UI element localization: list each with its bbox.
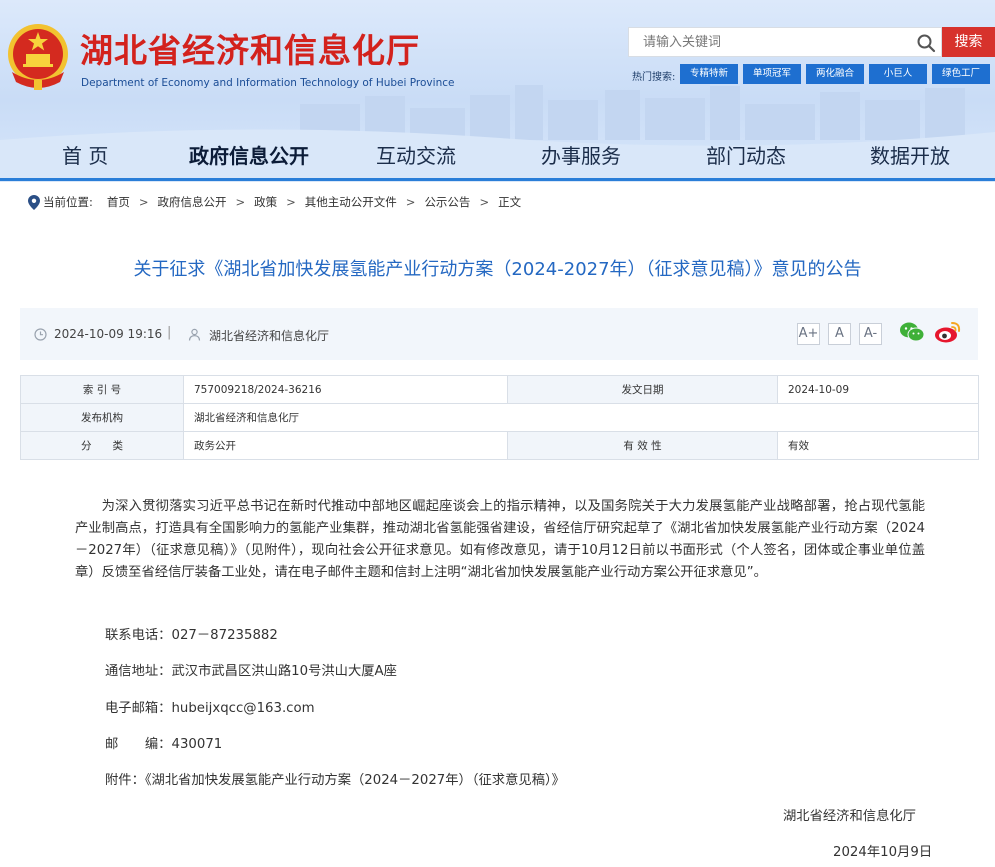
article-source: 湖北省经济和信息化厅 (209, 329, 330, 343)
breadcrumb: 当前位置: 首页 > 政府信息公开 > 政策 > 其他主动公开文件 > 公示公告… (28, 194, 521, 210)
breadcrumb-separator: > (405, 195, 416, 209)
hot-tag[interactable]: 绿色工厂 (932, 64, 990, 84)
breadcrumb-separator: > (286, 195, 296, 209)
info-label: 索 引 号 (20, 375, 184, 404)
breadcrumb-item[interactable]: 政策 (254, 194, 277, 210)
breadcrumb-separator: > (235, 195, 246, 209)
breadcrumb-separator: > (138, 195, 149, 209)
contact-email: 电子邮箱：hubeijxqcc@163.com (105, 701, 315, 716)
breadcrumb-separator: > (479, 195, 490, 209)
wechat-share-icon[interactable] (899, 321, 925, 343)
contact-address: 通信地址：武汉市武昌区洪山路10号洪山大厦A座 (105, 664, 397, 679)
national-emblem-icon (8, 24, 68, 90)
info-label: 发文日期 (507, 375, 778, 404)
font-size-increase-button[interactable]: A+ (797, 323, 820, 345)
user-icon (188, 328, 201, 341)
nav-item-open-data[interactable]: 数据开放 (870, 140, 950, 169)
article-body: 为深入贯彻落实习近平总书记在新时代推动中部地区崛起座谈会上的指示精神，以及国务院… (75, 496, 925, 584)
info-value: 757009218/2024-36216 (183, 375, 508, 404)
site-header: 湖北省经济和信息化厅 Department of Economy and Inf… (0, 0, 995, 182)
breadcrumb-item[interactable]: 首页 (107, 194, 130, 210)
info-value: 政务公开 (183, 431, 508, 460)
nav-item-interaction[interactable]: 互动交流 (376, 140, 456, 169)
table-row: 索 引 号 757009218/2024-36216 发文日期 2024-10-… (20, 375, 979, 404)
nav-item-news[interactable]: 部门动态 (706, 140, 786, 169)
article-meta-bar: 2024-10-09 19:16 | 湖北省经济和信息化厅 A+ A A- (20, 308, 978, 360)
table-row: 分 类 政务公开 有 效 性 有效 (20, 431, 979, 460)
search-box (628, 27, 942, 57)
document-info-table: 索 引 号 757009218/2024-36216 发文日期 2024-10-… (20, 375, 979, 460)
nav-item-services[interactable]: 办事服务 (541, 140, 621, 169)
table-row: 发布机构 湖北省经济和信息化厅 (20, 403, 979, 432)
breadcrumb-item-current: 正文 (498, 195, 522, 209)
hot-tag[interactable]: 小巨人 (869, 64, 927, 84)
signature-date: 2024年10月9日 (833, 845, 933, 860)
font-size-decrease-button[interactable]: A- (859, 323, 882, 345)
site-subtitle: Department of Economy and Information Te… (81, 77, 455, 89)
search-input[interactable] (629, 28, 909, 56)
breadcrumb-item[interactable]: 公示公告 (424, 194, 470, 210)
contact-phone: 联系电话：027－87235882 (105, 628, 278, 643)
info-value: 2024-10-09 (777, 375, 979, 404)
info-label: 分 类 (20, 431, 184, 460)
hot-search-label: 热门搜索: (632, 72, 676, 83)
main-nav: 首 页 政府信息公开 互动交流 办事服务 部门动态 数据开放 (0, 128, 995, 178)
attachment-link[interactable]: 附件：《湖北省加快发展氢能产业行动方案（2024－2027年）（征求意见稿）》 (105, 769, 565, 788)
location-pin-icon (28, 194, 40, 210)
info-value: 湖北省经济和信息化厅 (183, 403, 979, 432)
search-button[interactable]: 搜索 (942, 27, 995, 57)
article-title: 关于征求《湖北省加快发展氢能产业行动方案（2024-2027年）（征求意见稿）》… (133, 259, 862, 280)
hot-tag[interactable]: 单项冠军 (743, 64, 801, 84)
contact-postcode: 邮 编：430071 (105, 737, 223, 752)
hot-tag[interactable]: 两化融合 (806, 64, 864, 84)
info-label: 有 效 性 (507, 431, 778, 460)
breadcrumb-item[interactable]: 其他主动公开文件 (305, 194, 397, 210)
breadcrumb-item[interactable]: 政府信息公开 (158, 194, 227, 210)
info-label: 发布机构 (20, 403, 184, 432)
publish-date: 2024-10-09 19:16 (54, 327, 163, 341)
body-paragraph: 为深入贯彻落实习近平总书记在新时代推动中部地区崛起座谈会上的指示精神，以及国务院… (75, 499, 925, 580)
nav-item-gov-info[interactable]: 政府信息公开 (189, 140, 309, 169)
hot-search-tags: 专精特新 单项冠军 两化融合 小巨人 绿色工厂 (680, 64, 990, 84)
site-title[interactable]: 湖北省经济和信息化厅 (80, 24, 420, 72)
hot-tag[interactable]: 专精特新 (680, 64, 738, 84)
info-value: 有效 (777, 431, 979, 460)
weibo-share-icon[interactable] (934, 320, 962, 344)
meta-separator: | (167, 325, 172, 340)
nav-item-home[interactable]: 首 页 (62, 140, 108, 169)
clock-icon (34, 328, 47, 341)
breadcrumb-label: 当前位置: (43, 195, 93, 209)
signature-org: 湖北省经济和信息化厅 (783, 809, 916, 824)
font-size-default-button[interactable]: A (828, 323, 851, 345)
search-icon[interactable] (916, 33, 936, 53)
nav-divider (0, 178, 995, 181)
